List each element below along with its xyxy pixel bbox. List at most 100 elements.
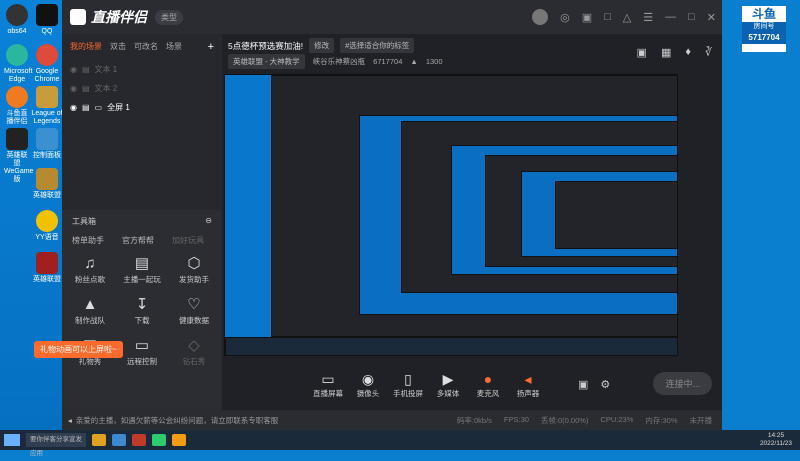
desktop-icon-chrome[interactable]: Google Chrome: [30, 44, 64, 84]
bell-icon[interactable]: ♦: [685, 46, 691, 59]
tab-scene[interactable]: 场景: [166, 41, 182, 53]
desktop-icon-edge[interactable]: Microsoft Edge: [4, 44, 32, 84]
guitar-icon: ♫: [84, 255, 96, 272]
title-actions: ◎ ▣ □ △ ☰ — □ ✕: [532, 9, 716, 25]
list-icon: ▤: [134, 255, 150, 272]
tool-diamond-show[interactable]: ◇ 钻石秀: [168, 336, 220, 367]
scene-item-active[interactable]: ◉ ▤ ▭ 全屏 1: [62, 98, 222, 117]
tab-rank-helper[interactable]: 榜单助手: [72, 235, 104, 246]
scene-panel: 我的场景 双击 可改名 场景 + ◉ ▤ 文本 1 ◉ ▤ 文本 2 ◉ ▤ ▭ 全屏 1 工…: [34, 34, 222, 410]
desktop-icon-obs[interactable]: obs64: [4, 4, 30, 36]
room-id: 6717704: [373, 57, 403, 66]
add-scene-button[interactable]: +: [208, 41, 214, 53]
tool-play-together[interactable]: ▤ 主播一起玩: [116, 254, 168, 285]
minimize-icon[interactable]: —: [665, 11, 676, 23]
desktop-icon-lol-2[interactable]: 英雄联盟: [30, 168, 64, 200]
tab-my-scenes[interactable]: 我的场景: [70, 41, 102, 53]
category-chip[interactable]: 英雄联盟 - 大神教学: [228, 54, 305, 69]
taskbar-app-icon[interactable]: [92, 434, 106, 446]
eye-icon[interactable]: ◉: [70, 84, 77, 93]
taskbar-app-icon[interactable]: [172, 434, 186, 446]
main-area: 5点德杯预选赛加油! 修改 #选择适合你的标签 英雄联盟 - 大神教学 峡谷乐神…: [222, 34, 722, 410]
stream-meta-row: 英雄联盟 - 大神教学 峡谷乐神蔡凶瓶 6717704 ▲ 1300: [228, 54, 443, 69]
record-icon[interactable]: ▣: [578, 378, 588, 391]
tag-button[interactable]: #选择适合你的标签: [340, 38, 415, 53]
gift-icon[interactable]: ▣: [582, 11, 592, 24]
screen-icon: ▭: [134, 337, 150, 354]
taskbar-app-icon[interactable]: [152, 434, 166, 446]
team-icon: ▲: [82, 296, 98, 313]
menu-icon[interactable]: ☰: [643, 11, 653, 24]
taskbar-search[interactable]: 要你伴客分享宣发应用: [26, 433, 86, 457]
speaker-button[interactable]: ◂ 扬声器: [508, 370, 548, 399]
taskbar-clock[interactable]: 14:25 2022/11/23: [760, 432, 792, 448]
toolbox: 工具箱 ⊖ 榜单助手 官方帮帮 加好玩具 ♫ 粉丝点歌 ▤ 主播一起玩 ⬡ 发货助手 ▲…: [62, 210, 222, 410]
grid-icon[interactable]: ▦: [661, 46, 671, 59]
room-badge: 斗鱼 房间号 5717704: [742, 6, 786, 52]
tool-health[interactable]: ♡ 健康数据: [168, 295, 220, 326]
phone-cast-button[interactable]: ▯ 手机投屏: [388, 370, 428, 399]
fire-icon: ▲: [410, 57, 418, 66]
download-icon: ↧: [135, 296, 149, 313]
scene-item[interactable]: ◉ ▤ 文本 2: [62, 79, 222, 98]
shirt-icon[interactable]: △: [623, 11, 631, 24]
tool-fan-song[interactable]: ♫ 粉丝点歌: [64, 254, 116, 285]
collapse-icon[interactable]: ⊖: [205, 216, 212, 227]
type-chip[interactable]: 类型: [155, 9, 183, 25]
gift-tip: 礼物动画可以上屏啦~: [34, 341, 123, 358]
maximize-icon[interactable]: □: [688, 11, 695, 23]
camera-icon: ◉: [361, 370, 375, 387]
edit-title-button[interactable]: 修改: [309, 38, 335, 53]
lock-icon[interactable]: ▤: [82, 84, 90, 93]
stream-preview[interactable]: [224, 74, 678, 356]
gift-box-icon[interactable]: ▣: [637, 46, 647, 59]
speaker-icon: ◂: [524, 370, 532, 387]
camera-button[interactable]: ◉ 摄像头: [348, 370, 388, 399]
scene-item[interactable]: ◉ ▤ 文本 1: [62, 60, 222, 79]
tab-official-help[interactable]: 官方帮帮: [122, 235, 154, 246]
go-live-button[interactable]: 连接中...: [653, 372, 712, 395]
desktop-icon-lol-wegame[interactable]: 英雄联盟WeGame版: [4, 128, 33, 184]
tool-download[interactable]: ↧ 下载: [116, 295, 168, 326]
mic-button[interactable]: ● 麦克风: [468, 370, 508, 399]
tool-team[interactable]: ▲ 制作战队: [64, 295, 116, 326]
stream-title: 5点德杯预选赛加油!: [228, 40, 304, 51]
app-window: 直播伴侣 类型 ◎ ▣ □ △ ☰ — □ ✕ 我的场景 双击 可改名 场景 +…: [34, 0, 722, 430]
desktop-icon-yy[interactable]: YY语音: [30, 210, 64, 242]
taskbar-app-icon[interactable]: [132, 434, 146, 446]
cube-icon: ⬡: [187, 255, 201, 272]
tool-shipping-helper[interactable]: ⬡ 发货助手: [168, 254, 220, 285]
desktop-icon-qq[interactable]: QQ: [30, 4, 64, 36]
desktop-icon-control-panel[interactable]: 控制面板: [30, 128, 64, 160]
message-icon[interactable]: □: [604, 11, 611, 23]
speaker-notice-icon: ◂: [68, 415, 72, 425]
diamond-icon: ◇: [188, 337, 200, 354]
tab-toys[interactable]: 加好玩具: [172, 235, 204, 246]
notice-text[interactable]: 亲爱的主播，如遇欠薪等公会纠纷问题，请立即联系专职客服: [76, 415, 279, 426]
desktop-right: 斗鱼 房间号 5717704: [722, 0, 800, 430]
lock-icon[interactable]: ▤: [82, 65, 90, 74]
heat-value: 1300: [425, 57, 443, 66]
avatar[interactable]: [532, 9, 549, 25]
eye-icon[interactable]: ◉: [70, 103, 77, 112]
toolbox-title: 工具箱: [72, 217, 96, 226]
settings-icon[interactable]: ⚙: [600, 378, 610, 391]
location-text: 峡谷乐神蔡凶瓶: [312, 57, 366, 66]
tool-remote-control[interactable]: ▭ 远程控制: [116, 336, 168, 367]
headset-icon[interactable]: ◎: [560, 11, 570, 24]
lock-icon[interactable]: ▤: [82, 103, 90, 112]
close-icon[interactable]: ✕: [707, 11, 716, 24]
windows-start-icon[interactable]: [4, 434, 20, 446]
desktop-icon-douyu[interactable]: 斗鱼直播伴侣: [4, 86, 30, 126]
screen-capture-button[interactable]: ▭ 直播屏幕: [308, 370, 348, 399]
desktop-icon-lol-3[interactable]: 英雄联盟: [30, 252, 64, 284]
share-icon[interactable]: ∛: [705, 46, 712, 59]
tab-double-click[interactable]: 双击: [110, 41, 126, 53]
taskbar-app-icon[interactable]: [112, 434, 126, 446]
stream-title-row: 5点德杯预选赛加油! 修改 #选择适合你的标签: [228, 38, 415, 53]
media-button[interactable]: ▶ 多媒体: [428, 370, 468, 399]
eye-icon[interactable]: ◉: [70, 65, 77, 74]
tab-rename[interactable]: 可改名: [134, 41, 158, 53]
desktop-icon-lol[interactable]: League of Legends: [30, 86, 64, 126]
media-icon: ▶: [442, 370, 454, 387]
